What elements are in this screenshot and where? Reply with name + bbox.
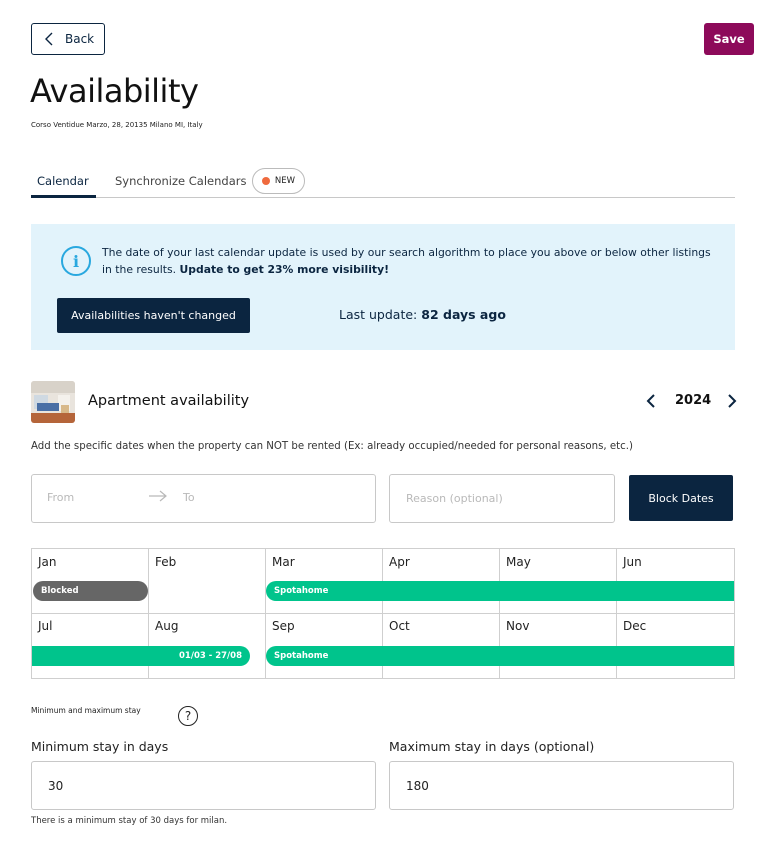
min-stay-input[interactable] [31, 761, 376, 810]
month-aug[interactable]: Aug [155, 619, 178, 633]
previous-year-button[interactable] [643, 391, 659, 411]
chevron-left-icon [45, 32, 53, 46]
back-button[interactable]: Back [31, 23, 105, 55]
min-max-stay-heading: Minimum and maximum stay [31, 706, 141, 715]
availabilities-unchanged-button[interactable]: Availabilities haven't changed [57, 298, 250, 333]
back-label: Back [65, 32, 95, 46]
month-sep[interactable]: Sep [272, 619, 295, 633]
month-oct[interactable]: Oct [389, 619, 410, 633]
month-jan[interactable]: Jan [38, 555, 57, 569]
new-dot-icon [261, 177, 270, 185]
grid-row-divider [31, 613, 735, 614]
new-badge-label: NEW [274, 176, 296, 186]
tabs-divider [31, 197, 735, 198]
save-button[interactable]: Save [704, 23, 754, 55]
page-title: Availability [30, 72, 199, 110]
month-may[interactable]: May [506, 555, 531, 569]
property-address: Corso Ventidue Marzo, 28, 20135 Milano M… [31, 121, 203, 129]
spotahome-booking-bar[interactable]: Spotahome [266, 646, 734, 666]
max-stay-input[interactable] [389, 761, 734, 810]
last-update-label: Last update: [339, 307, 418, 322]
last-update-value: 82 days ago [421, 307, 506, 322]
banner-message-bold: Update to get 23% more visibility! [179, 263, 390, 276]
booking-range-bar[interactable]: 01/03 - 27/08 [32, 646, 250, 666]
block-dates-hint: Add the specific dates when the property… [31, 441, 633, 452]
month-jun[interactable]: Jun [623, 555, 642, 569]
date-range-picker[interactable] [31, 474, 376, 523]
block-dates-button[interactable]: Block Dates [629, 475, 733, 521]
year-label: 2024 [675, 393, 712, 408]
next-year-button[interactable] [724, 391, 740, 411]
apartment-photo-icon [31, 381, 75, 423]
reason-input[interactable] [389, 474, 615, 523]
info-icon: i [61, 246, 91, 276]
tab-active-indicator [31, 195, 96, 198]
month-mar[interactable]: Mar [272, 555, 295, 569]
max-stay-label: Maximum stay in days (optional) [389, 739, 595, 754]
month-feb[interactable]: Feb [155, 555, 176, 569]
month-apr[interactable]: Apr [389, 555, 410, 569]
tab-calendar[interactable]: Calendar [37, 174, 89, 188]
spotahome-booking-bar[interactable]: Spotahome [266, 581, 734, 601]
apartment-availability-title: Apartment availability [88, 393, 250, 409]
tab-synchronize-calendars[interactable]: Synchronize Calendars [115, 174, 246, 188]
banner-text: The date of your last calendar update is… [102, 244, 712, 278]
month-nov[interactable]: Nov [506, 619, 529, 633]
month-dec[interactable]: Dec [623, 619, 646, 633]
apartment-thumbnail [31, 381, 75, 423]
min-stay-label: Minimum stay in days [31, 739, 169, 754]
new-badge: NEW [252, 168, 305, 194]
help-icon[interactable]: ? [178, 706, 198, 726]
chevron-left-icon [646, 394, 655, 408]
chevron-right-icon [728, 394, 737, 408]
blocked-bar[interactable]: Blocked [33, 581, 148, 601]
month-jul[interactable]: Jul [38, 619, 52, 633]
last-update: Last update: 82 days ago [339, 307, 506, 322]
min-stay-note: There is a minimum stay of 30 days for m… [31, 816, 228, 826]
to-date-field[interactable]: To [183, 491, 195, 504]
arrow-right-icon [149, 490, 167, 502]
from-date-field[interactable]: From [47, 491, 74, 504]
